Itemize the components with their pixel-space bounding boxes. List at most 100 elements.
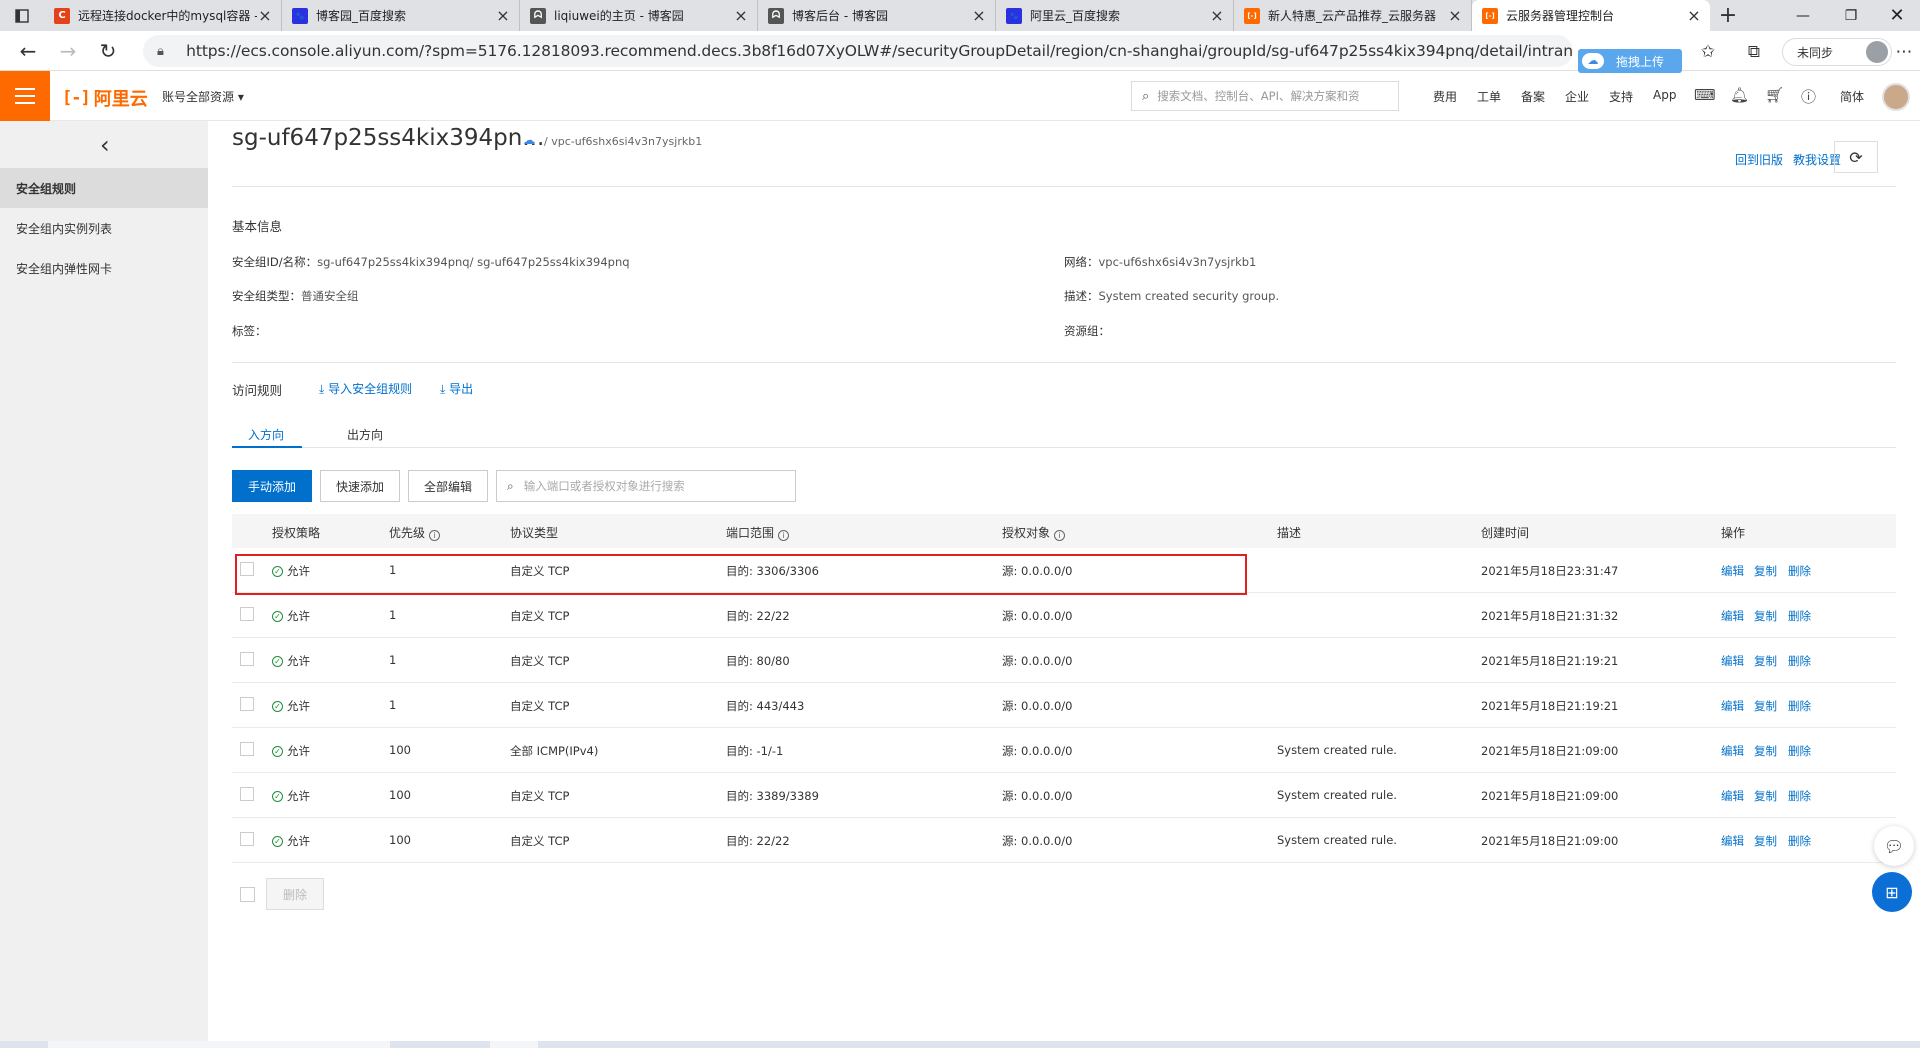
bell-icon[interactable]: 🔔︎ [1730, 86, 1749, 104]
browser-tab[interactable]: [-] 云服务器管理控制台 × [1472, 0, 1710, 31]
aliyun-logo[interactable]: [-] 阿里云 [62, 85, 148, 111]
sidebar-item-enis[interactable]: 安全组内弹性网卡 [0, 248, 208, 288]
browser-tab[interactable]: ᗣ liqiuwei的主页 - 博客园 × [520, 0, 758, 31]
profile-sync-button[interactable]: 未同步 [1782, 38, 1892, 66]
sidebar-item-rules[interactable]: 安全组规则 [0, 168, 208, 208]
edit-link[interactable]: 编辑 [1721, 833, 1744, 849]
copy-link[interactable]: 复制 [1754, 698, 1777, 714]
tab-close-icon[interactable]: × [1686, 6, 1702, 25]
rule-search-input[interactable]: ⌕ 输入端口或者授权对象进行搜索 [496, 470, 796, 502]
refresh-button[interactable]: ⟳ [1834, 141, 1878, 173]
copy-link[interactable]: 复制 [1754, 653, 1777, 669]
vpc-breadcrumb[interactable]: / vpc-uf6shx6si4v3n7ysjrkb1 [544, 135, 702, 148]
account-resources-dropdown[interactable]: 账号全部资源 ▾ [162, 88, 244, 105]
info-icon[interactable]: i [429, 530, 441, 541]
minimize-icon[interactable]: — [1780, 0, 1826, 31]
delete-link[interactable]: 删除 [1788, 698, 1811, 714]
reload-icon[interactable]: ↻ [88, 33, 128, 69]
browser-menu-icon[interactable]: ⋯ [1890, 38, 1918, 66]
browser-tab[interactable]: [-] 新人特惠_云产品推荐_云服务器 × [1234, 0, 1472, 31]
tab-close-icon[interactable]: × [495, 6, 511, 25]
delete-link[interactable]: 删除 [1788, 608, 1811, 624]
drag-upload-button[interactable]: ☁ 拖拽上传 [1578, 49, 1682, 73]
lock-icon[interactable]: 🔒︎ [157, 44, 174, 59]
browser-tab[interactable]: C 远程连接docker中的mysql容器 - × [44, 0, 282, 31]
info-icon[interactable]: i [778, 530, 790, 541]
nav-support[interactable]: 支持 [1609, 88, 1633, 105]
tab-close-icon[interactable]: × [1447, 6, 1463, 25]
row-checkbox[interactable] [240, 787, 254, 801]
copy-link[interactable]: 复制 [1754, 833, 1777, 849]
tab-close-icon[interactable]: × [257, 6, 273, 25]
tab-close-icon[interactable]: × [733, 6, 749, 25]
tab-outbound[interactable]: 出方向 [347, 426, 383, 443]
edit-link[interactable]: 编辑 [1721, 653, 1744, 669]
tab-actions-menu-icon[interactable] [0, 0, 44, 31]
edit-link[interactable]: 编辑 [1721, 743, 1744, 759]
nav-ticket[interactable]: 工单 [1477, 88, 1501, 105]
manual-add-button[interactable]: 手动添加 [232, 470, 312, 502]
row-checkbox[interactable] [240, 697, 254, 711]
import-rules-link[interactable]: ⤓ 导入安全组规则 [319, 380, 412, 397]
nav-app[interactable]: App [1653, 88, 1676, 102]
export-link[interactable]: ⤓ 导出 [440, 380, 473, 397]
edit-link[interactable]: 编辑 [1721, 788, 1744, 804]
info-icon[interactable]: i [1054, 530, 1066, 541]
row-checkbox[interactable] [240, 607, 254, 621]
language-switch[interactable]: 简体 [1840, 88, 1864, 105]
edit-link[interactable]: 编辑 [1721, 563, 1744, 579]
delete-link[interactable]: 删除 [1788, 743, 1811, 759]
row-checkbox[interactable] [240, 652, 254, 666]
chat-icon[interactable]: 💬︎ [1874, 826, 1914, 866]
delete-link[interactable]: 删除 [1788, 833, 1811, 849]
help-icon[interactable]: ⓘ [1801, 86, 1816, 107]
copy-link[interactable]: 复制 [1754, 563, 1777, 579]
delete-link[interactable]: 删除 [1788, 788, 1811, 804]
browser-tab[interactable]: 🐾 阿里云_百度搜索 × [996, 0, 1234, 31]
copy-link[interactable]: 复制 [1754, 608, 1777, 624]
taskbar-item[interactable] [490, 1041, 538, 1048]
restore-icon[interactable]: ❐ [1828, 0, 1874, 31]
edit-link[interactable]: 编辑 [1721, 698, 1744, 714]
hamburger-menu-icon[interactable] [0, 71, 50, 121]
row-checkbox[interactable] [240, 742, 254, 756]
sidebar-item-instances[interactable]: 安全组内实例列表 [0, 208, 208, 248]
copy-link[interactable]: 复制 [1754, 788, 1777, 804]
batch-delete-button[interactable]: 删除 [266, 878, 324, 910]
user-avatar[interactable] [1882, 83, 1910, 111]
new-tab-button[interactable]: + [1710, 0, 1746, 31]
terminal-icon[interactable]: ⌨ [1694, 86, 1716, 104]
delete-link[interactable]: 删除 [1788, 653, 1811, 669]
nav-enterprise[interactable]: 企业 [1565, 88, 1589, 105]
delete-link[interactable]: 删除 [1788, 563, 1811, 579]
back-to-old-version-link[interactable]: 回到旧版 [1735, 151, 1783, 168]
row-checkbox[interactable] [240, 562, 254, 576]
collections-icon[interactable]: ⧉ [1740, 38, 1768, 66]
tab-close-icon[interactable]: × [971, 6, 987, 25]
nav-icp[interactable]: 备案 [1521, 88, 1545, 105]
global-search-input[interactable]: ⌕ 搜索文档、控制台、API、解决方案和资 [1131, 81, 1399, 111]
tab-close-icon[interactable]: × [1209, 6, 1225, 25]
cnblogs-icon: ᗣ [768, 7, 784, 24]
edit-link[interactable]: 编辑 [1721, 608, 1744, 624]
taskbar-item[interactable] [48, 1041, 390, 1048]
browser-tab[interactable]: 🐾 博客园_百度搜索 × [282, 0, 520, 31]
forward-icon[interactable]: → [48, 33, 88, 69]
favorites-icon[interactable]: ✩ [1694, 38, 1722, 66]
url-field[interactable]: 🔒︎ https://ecs.console.aliyun.com/?spm=5… [143, 35, 1573, 67]
cart-icon[interactable]: 🛒︎ [1765, 86, 1784, 104]
close-window-icon[interactable]: ✕ [1874, 0, 1920, 31]
back-arrow-icon[interactable]: ‹ [100, 131, 110, 159]
quick-add-button[interactable]: 快速添加 [320, 470, 400, 502]
tab-inbound[interactable]: 入方向 [248, 426, 284, 443]
select-all-checkbox[interactable] [240, 887, 255, 902]
url-text[interactable]: https://ecs.console.aliyun.com/?spm=5176… [186, 42, 1573, 60]
row-checkbox[interactable] [240, 832, 254, 846]
back-icon[interactable]: ← [8, 33, 48, 69]
apps-grid-icon[interactable]: ⊞ [1872, 872, 1912, 912]
browser-tab[interactable]: ᗣ 博客后台 - 博客园 × [758, 0, 996, 31]
copy-link[interactable]: 复制 [1754, 743, 1777, 759]
nav-billing[interactable]: 费用 [1433, 88, 1457, 105]
edit-all-button[interactable]: 全部编辑 [408, 470, 488, 502]
sg-network-value[interactable]: vpc-uf6shx6si4v3n7ysjrkb1 [1099, 255, 1257, 269]
